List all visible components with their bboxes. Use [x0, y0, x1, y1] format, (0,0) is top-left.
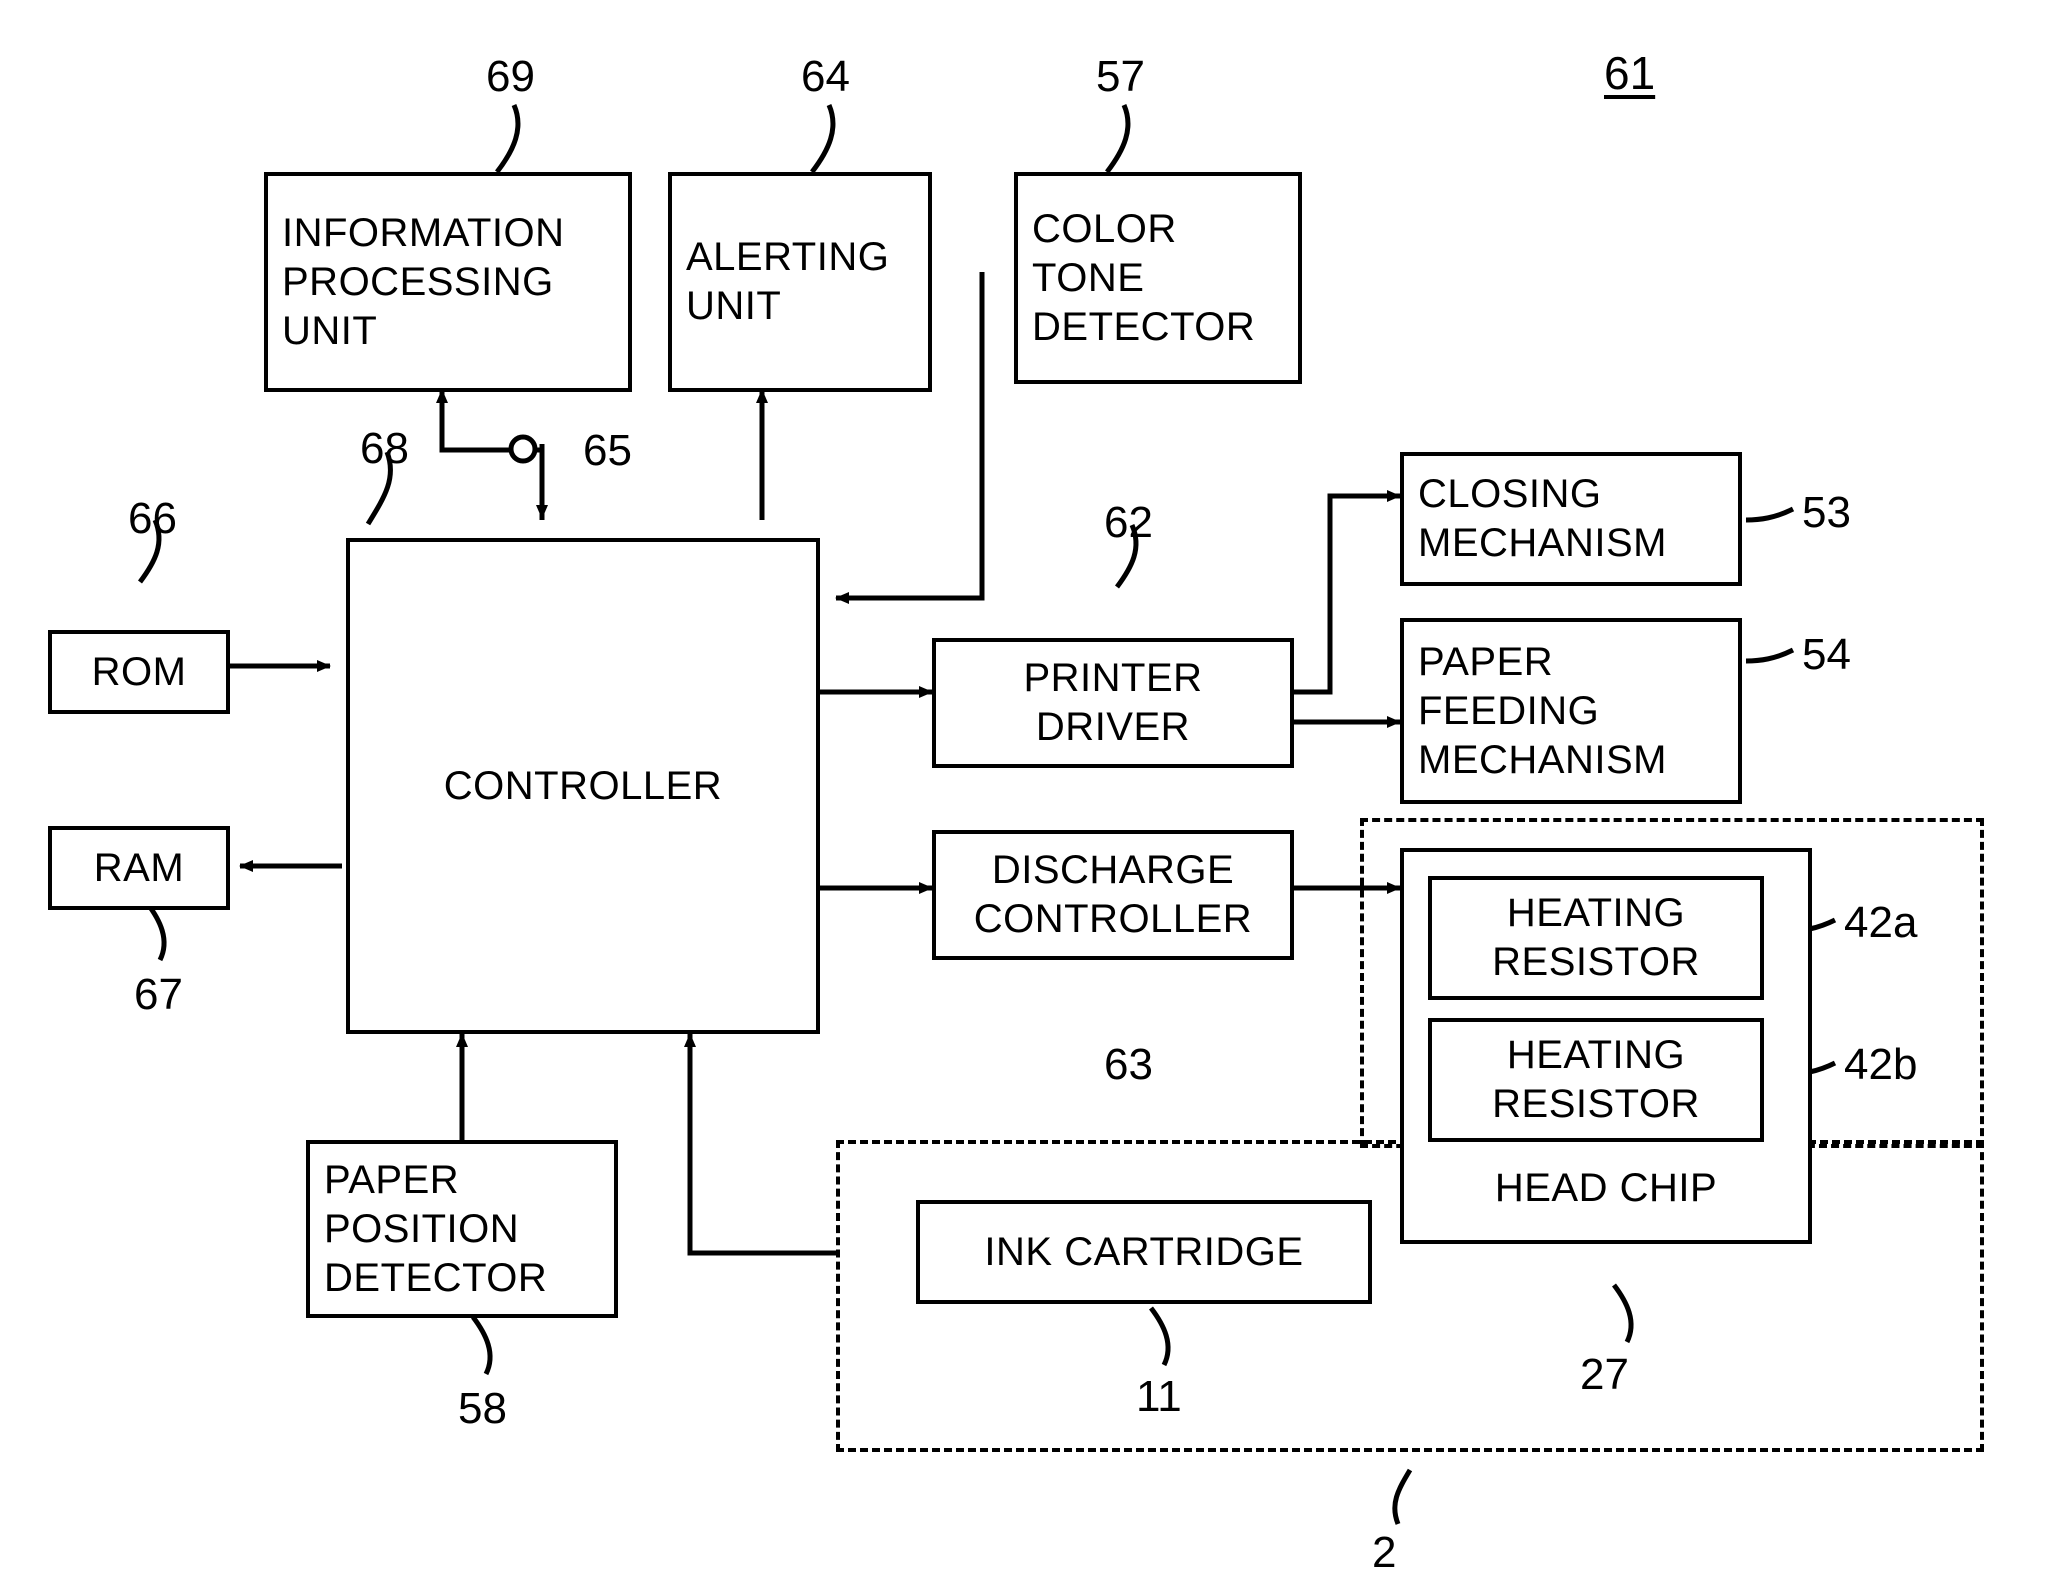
block-line: COLOR — [1032, 206, 1177, 251]
block-line: POSITION — [324, 1206, 520, 1251]
block-alerting-unit[interactable]: ALERTING UNIT — [668, 172, 932, 392]
ref-11: 11 — [1136, 1372, 1182, 1421]
block-line: INFORMATION — [282, 210, 565, 255]
ref-58: 58 — [458, 1384, 507, 1433]
block-ram[interactable]: RAM — [48, 826, 230, 910]
block-line: MECHANISM — [1418, 737, 1667, 782]
ref-67: 67 — [134, 970, 183, 1019]
block-paper-feeding-mechanism[interactable]: PAPER FEEDING MECHANISM — [1400, 618, 1742, 804]
block-line: PRINTER — [1023, 656, 1203, 700]
block-rom[interactable]: ROM — [48, 630, 230, 714]
leader-67 — [145, 901, 167, 962]
block-line: PROCESSING — [282, 259, 554, 304]
ref-65: 65 — [583, 426, 632, 475]
block-information-processing-unit[interactable]: INFORMATION PROCESSING UNIT — [264, 172, 632, 392]
ref-53: 53 — [1802, 488, 1851, 537]
block-ink-cartridge[interactable]: INK CARTRIDGE — [916, 1200, 1372, 1304]
block-line: PAPER — [1418, 639, 1554, 684]
leader-58 — [471, 1315, 493, 1376]
junction-65 — [508, 434, 538, 464]
ref-69: 69 — [486, 52, 535, 101]
block-closing-mechanism[interactable]: CLOSING MECHANISM — [1400, 452, 1742, 586]
ref-62: 62 — [1104, 498, 1153, 547]
block-line: DETECTOR — [324, 1255, 548, 1300]
leader-57 — [1105, 104, 1131, 174]
block-line: CONTROLLER — [443, 763, 723, 808]
block-line: RESISTOR — [1492, 1082, 1700, 1126]
block-line: ROM — [91, 649, 187, 694]
block-line: HEATING — [1506, 1033, 1686, 1077]
ref-2: 2 — [1372, 1528, 1397, 1569]
ref-63: 63 — [1104, 1040, 1153, 1089]
head-chip-label: HEAD CHIP — [1494, 1166, 1718, 1210]
block-line: CONTROLLER — [973, 897, 1253, 941]
block-line: ALERTING — [686, 235, 890, 279]
ref-68: 68 — [360, 424, 409, 473]
arrow-printer-closing — [1292, 490, 1401, 695]
block-discharge-controller[interactable]: DISCHARGE CONTROLLER — [932, 830, 1294, 960]
block-line: CLOSING — [1418, 472, 1602, 516]
block-heating-resistor-b[interactable]: HEATING RESISTOR — [1428, 1018, 1764, 1142]
block-heating-resistor-a[interactable]: HEATING RESISTOR — [1428, 876, 1764, 1000]
ref-42b: 42b — [1844, 1040, 1918, 1089]
leader-2 — [1392, 1468, 1413, 1525]
block-line: INK CARTRIDGE — [984, 1229, 1304, 1274]
arrow-cartridge-controller — [684, 1033, 836, 1256]
leader-53 — [1745, 506, 1795, 523]
leader-54 — [1745, 647, 1795, 664]
block-line: DRIVER — [1035, 705, 1191, 749]
block-line: MECHANISM — [1418, 521, 1667, 565]
ref-61: 61 — [1604, 47, 1656, 99]
block-paper-position-detector[interactable]: PAPER POSITION DETECTOR — [306, 1140, 618, 1318]
block-color-tone-detector[interactable]: COLOR TONE DETECTOR — [1014, 172, 1302, 384]
ref-54: 54 — [1802, 630, 1851, 679]
ref-64: 64 — [801, 52, 850, 101]
leader-64 — [810, 104, 836, 174]
block-line: DETECTOR — [1032, 304, 1256, 349]
block-line: PAPER — [324, 1157, 460, 1202]
ref-42a: 42a — [1844, 898, 1918, 947]
ref-66: 66 — [128, 494, 177, 543]
block-head-chip[interactable]: HEATING RESISTOR HEATING RESISTOR HEAD C… — [1400, 848, 1812, 1244]
block-line: RESISTOR — [1492, 940, 1700, 984]
block-line: RAM — [93, 845, 185, 890]
figure-canvas: INFORMATION PROCESSING UNIT ALERTING UNI… — [0, 0, 2068, 1569]
block-line: FEEDING — [1418, 688, 1600, 733]
block-line: DISCHARGE — [991, 848, 1235, 892]
arrow-controller-info-processing-up — [436, 389, 545, 520]
block-line: TONE — [1032, 255, 1145, 300]
block-line: UNIT — [686, 284, 782, 328]
block-controller[interactable]: CONTROLLER — [346, 538, 820, 1034]
leader-69 — [495, 104, 521, 174]
block-line: UNIT — [282, 308, 378, 353]
block-printer-driver[interactable]: PRINTER DRIVER — [932, 638, 1294, 768]
ref-27: 27 — [1580, 1350, 1629, 1399]
block-line: HEATING — [1506, 891, 1686, 935]
ref-57: 57 — [1096, 52, 1145, 101]
